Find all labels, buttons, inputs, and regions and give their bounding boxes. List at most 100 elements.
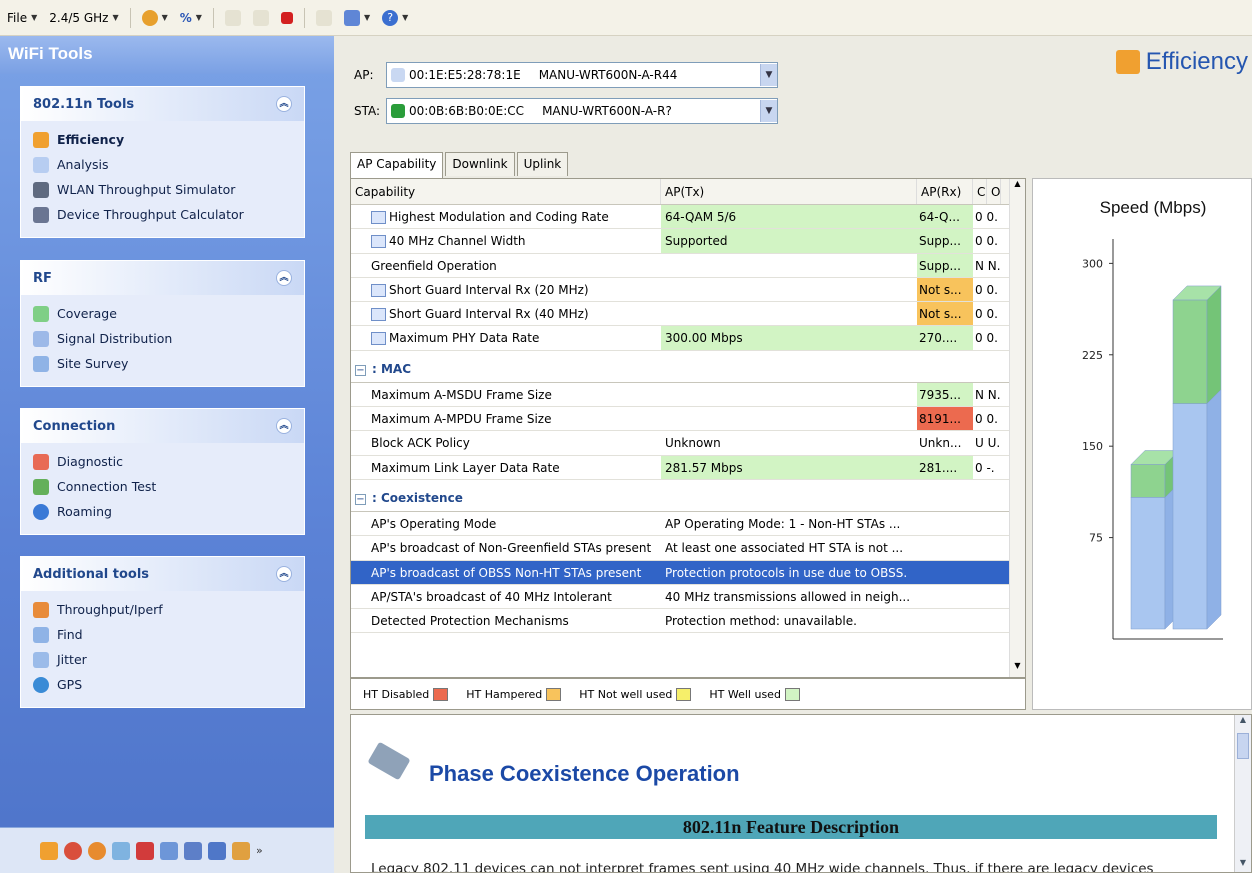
sta-select[interactable]: 00:0B:6B:B0:0E:CC MANU-WRT600N-A-R? ▼ [386,98,778,124]
help-button[interactable]: ? ▼ [379,8,411,28]
sidebar-item-diagnostic[interactable]: Diagnostic [33,449,292,474]
signal-icon[interactable] [88,841,106,860]
table-row[interactable]: Greenfield Operation Supp... N N. [351,253,1025,278]
sidebar-item-find[interactable]: Find [33,622,292,647]
analysis-icon[interactable] [112,841,130,860]
collapse-icon[interactable]: ︽ [276,566,292,582]
bar-side [1206,388,1222,630]
column-capability[interactable]: Capability [351,179,661,204]
scroll-up-icon[interactable]: ▲ [1010,179,1025,195]
list-icon[interactable] [208,841,226,860]
export-button[interactable]: ▼ [341,8,373,28]
percent-button[interactable]: % ▼ [177,9,205,27]
group-header[interactable]: Connection ︽ [21,409,304,443]
table-row[interactable]: 40 MHz Channel Width Supported Supp... 0 0. [351,229,1025,254]
file-menu[interactable]: File ▼ [4,9,40,27]
sidebar: WiFi Tools 802.11n Tools ︽ Efficiency Ana… [0,36,334,873]
table-row[interactable]: AP/STA's broadcast of 40 MHz Intolerant 4… [351,585,1025,610]
column-ap-rx[interactable]: AP(Rx) [917,179,973,204]
column-c[interactable]: C [973,179,987,204]
satellite-icon [367,741,411,781]
table-row[interactable]: Maximum A-MSDU Frame Size 7935... N N. [351,382,1025,408]
group-802-11n-tools: 802.11n Tools ︽ Efficiency Analysis WLAN … [20,86,305,238]
table-row-selected[interactable]: AP's broadcast of OBSS Non-HT STAs prese… [351,560,1025,585]
table-row[interactable]: Detected Protection Mechanisms Protection… [351,609,1025,634]
section-mac[interactable]: −: MAC [351,351,1025,383]
column-ap-tx[interactable]: AP(Tx) [661,179,917,204]
throughput-icon [33,601,49,618]
collapse-icon[interactable]: ︽ [276,418,292,434]
column-o[interactable]: O [987,179,1001,204]
doc-text: Legacy 802.11 devices can not interpret … [371,861,1154,873]
y-tick-label: 150 [1082,440,1103,453]
bar-chart-icon [33,131,49,148]
sidebar-item-site-survey[interactable]: Site Survey [33,351,292,376]
table-row[interactable]: AP's Operating Mode AP Operating Mode: 1 … [351,512,1025,537]
collapse-icon[interactable]: − [355,364,366,376]
sidebar-item-device-throughput-calculator[interactable]: Device Throughput Calculator [33,202,292,227]
sidebar-item-coverage[interactable]: Coverage [33,301,292,326]
tab-ap-capability[interactable]: AP Capability [350,152,444,178]
tab-uplink[interactable]: Uplink [516,152,569,176]
play-button[interactable] [222,8,244,28]
group-header[interactable]: RF ︽ [21,261,304,295]
scroll-up-icon[interactable]: ▲ [1235,715,1251,731]
sidebar-item-throughput-iperf[interactable]: Throughput/Iperf [33,597,292,622]
sidebar-item-efficiency[interactable]: Efficiency [33,127,292,152]
chevron-down-icon[interactable]: ▼ [760,100,777,122]
signal-icon [33,330,49,347]
table-row[interactable]: Maximum PHY Data Rate 300.00 Mbps 270.... 0… [351,326,1025,351]
heart-icon[interactable] [136,841,154,860]
more-icon[interactable]: » [256,844,263,857]
sidebar-item-signal-distribution[interactable]: Signal Distribution [33,326,292,351]
calculator-icon[interactable] [184,841,202,860]
sidebar-item-wlan-throughput-simulator[interactable]: WLAN Throughput Simulator [33,177,292,202]
band-select[interactable]: 2.4/5 GHz ▼ [46,9,121,27]
legend-ht-not-well-used: HT Not well used [579,687,692,701]
tab-downlink[interactable]: Downlink [445,152,515,176]
group-header[interactable]: 802.11n Tools ︽ [21,87,304,121]
diagnostic-icon [33,453,49,470]
table-row[interactable]: Short Guard Interval Rx (40 MHz) Not s...… [351,302,1025,327]
table-row[interactable]: AP's broadcast of Non-Greenfield STAs pr… [351,536,1025,561]
table-row[interactable]: Short Guard Interval Rx (20 MHz) Not s...… [351,277,1025,303]
bar-front [1130,464,1166,498]
survey-icon[interactable] [160,841,178,860]
table-row[interactable]: Block ACK Policy Unknown Unkn... U U. [351,431,1025,456]
sidebar-item-analysis[interactable]: Analysis [33,152,292,177]
table-scrollbar[interactable]: ▲ ▼ [1009,179,1025,677]
bar-front [1172,403,1208,630]
section-coexistence[interactable]: −: Coexistence [351,480,1025,512]
legend-ht-hampered: HT Hampered [466,687,562,701]
capability-table: Capability AP(Tx) AP(Rx) C O Highest Mod… [350,178,1026,678]
table-row[interactable]: Highest Modulation and Coding Rate 64-QAM… [351,205,1025,230]
help-icon: ? [382,9,399,26]
settings-icon[interactable] [232,841,250,860]
sidebar-item-connection-test[interactable]: Connection Test [33,474,292,499]
stop-button[interactable] [278,10,296,26]
pause-button[interactable] [250,8,272,28]
settings-button[interactable]: ▼ [139,8,171,28]
table-row[interactable]: Maximum Link Layer Data Rate 281.57 Mbps 2… [351,455,1025,480]
record-button[interactable] [313,8,335,28]
simulator-icon [33,181,49,198]
sidebar-item-jitter[interactable]: Jitter [33,647,292,672]
swatch [676,687,692,701]
scroll-thumb[interactable] [1237,733,1249,759]
ap-select[interactable]: 00:1E:E5:28:78:1E MANU-WRT600N-A-R44 ▼ [386,62,778,88]
coverage-icon[interactable] [64,841,82,860]
collapse-icon[interactable]: ︽ [276,96,292,112]
collapse-icon[interactable]: − [355,493,366,505]
sidebar-item-roaming[interactable]: Roaming [33,499,292,524]
sidebar-item-gps[interactable]: GPS [33,672,292,697]
scroll-down-icon[interactable]: ▼ [1235,858,1251,872]
scroll-down-icon[interactable]: ▼ [1010,661,1025,677]
table-row[interactable]: Maximum A-MPDU Frame Size 8191... 0 0. [351,407,1025,432]
doc-scrollbar[interactable]: ▲ ▼ [1234,715,1251,872]
chevron-down-icon[interactable]: ▼ [760,64,777,86]
y-tick-label: 75 [1089,532,1103,545]
feature-description-panel: Phase Coexistence Operation 802.11n Feat… [350,714,1252,873]
collapse-icon[interactable]: ︽ [276,270,292,286]
group-header[interactable]: Additional tools ︽ [21,557,304,591]
bar-chart-icon[interactable] [40,841,58,860]
